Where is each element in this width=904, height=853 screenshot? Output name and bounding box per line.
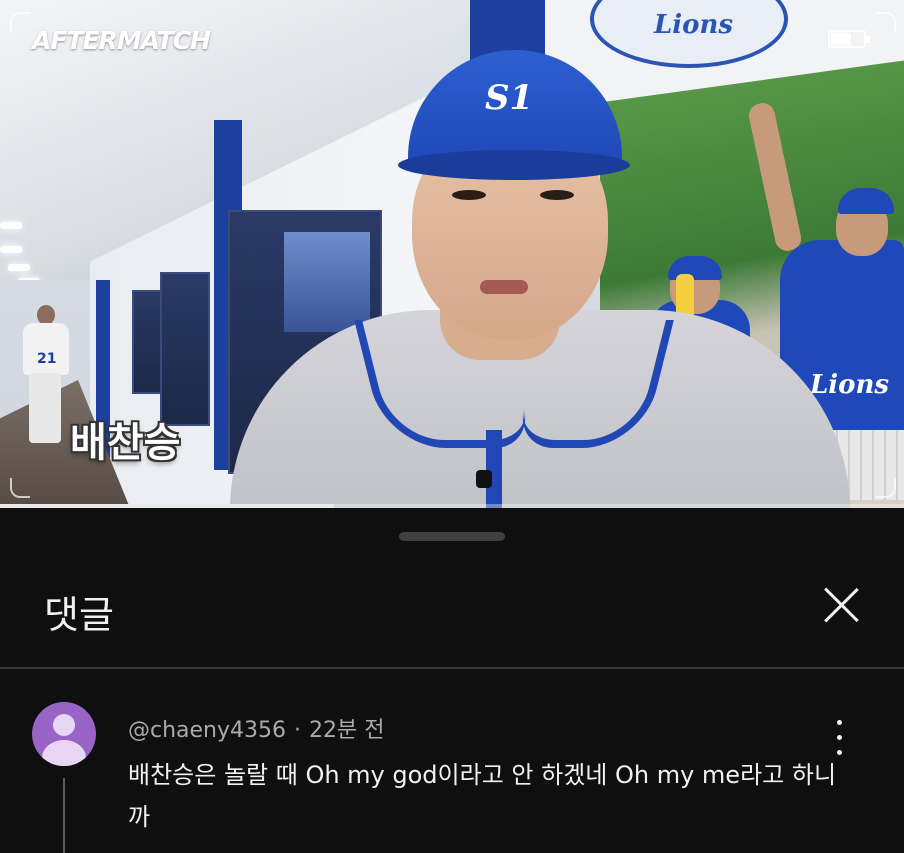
comments-title: 댓글	[44, 593, 114, 637]
thread-line	[63, 778, 65, 853]
ceiling-light	[18, 278, 40, 280]
wall-panel	[160, 272, 210, 426]
meta-separator: ·	[294, 718, 302, 743]
comments-sheet: 댓글 @chaeny4356 · 22분 전 배찬승은 놀랄 때 Oh my god…	[0, 508, 904, 853]
battery-icon	[828, 30, 870, 50]
close-icon[interactable]	[816, 580, 866, 630]
frame-corner	[876, 12, 896, 32]
channel-logo: AFTERMATCH	[32, 26, 211, 55]
player-jersey: 21	[23, 323, 69, 375]
cap-logo: S1	[485, 78, 534, 118]
frame-corner	[876, 478, 896, 498]
comment-author[interactable]: @chaeny4356	[128, 718, 286, 743]
player-head	[37, 305, 55, 325]
name-caption: 배찬승	[70, 420, 181, 466]
lapel-mic	[476, 470, 492, 488]
frame-corner	[10, 12, 30, 32]
avatar[interactable]	[32, 702, 96, 766]
video-player[interactable]: 21 Lions Lions S1 AFTERMATCH 배찬승	[0, 0, 904, 508]
ceiling-light	[0, 222, 22, 229]
divider	[0, 667, 904, 669]
frame-corner	[10, 478, 30, 498]
drag-handle[interactable]	[399, 532, 505, 541]
eye	[540, 190, 574, 200]
comment-text: 배찬승은 놀랄 때 Oh my god이라고 안 하겠네 Oh my me라고 …	[128, 761, 837, 831]
interviewee: S1	[230, 40, 850, 508]
ceiling-light	[0, 246, 22, 253]
more-options-icon[interactable]	[826, 716, 854, 760]
jersey-number: 21	[37, 351, 57, 367]
comment-meta: @chaeny4356 · 22분 전	[128, 712, 384, 744]
background-player: 21	[15, 305, 75, 445]
player-legs	[29, 373, 61, 443]
zipper	[486, 430, 502, 508]
wall-panel	[132, 290, 162, 394]
ceiling-light	[8, 264, 30, 271]
eye	[452, 190, 486, 200]
mouth	[480, 280, 528, 294]
cap-brim	[398, 150, 630, 180]
comment-time: 22분 전	[309, 718, 385, 743]
team-logo-text: Lions	[654, 10, 734, 40]
